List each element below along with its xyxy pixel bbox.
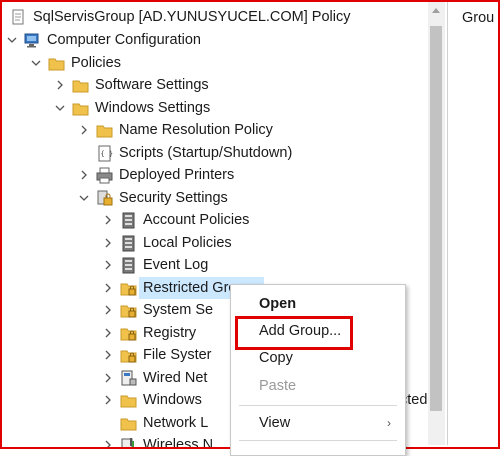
menu-item-paste: Paste — [259, 378, 297, 394]
tree-item-label: Network L — [143, 415, 209, 431]
no-expander — [78, 142, 90, 164]
tree-item-local-policies[interactable]: Local Policies — [102, 232, 232, 254]
tree-item-software-settings[interactable]: Software Settings — [54, 74, 209, 96]
script-icon: { } — [96, 145, 113, 162]
details-pane: Grou — [448, 2, 498, 447]
menu-separator — [239, 405, 397, 406]
tree-item-label: Security Settings — [119, 190, 228, 206]
context-menu: Open Add Group... Copy Paste View › — [230, 284, 406, 456]
tree-item-label: System Se — [143, 302, 214, 318]
chevron-right-icon[interactable] — [102, 389, 114, 411]
locked-folder-icon — [120, 347, 137, 364]
folder-icon — [96, 122, 113, 139]
tree-item-wired-network[interactable]: Wired Net — [102, 367, 207, 389]
locked-folder-icon — [120, 302, 137, 319]
chevron-right-icon[interactable] — [78, 119, 90, 141]
policy-book-icon — [120, 257, 137, 274]
tree-item-event-log[interactable]: Event Log — [102, 254, 208, 276]
vertical-scrollbar[interactable] — [428, 2, 445, 445]
chevron-right-icon[interactable] — [102, 254, 114, 276]
chevron-right-icon[interactable] — [102, 434, 114, 447]
tree-item-scripts[interactable]: { } Scripts (Startup/Shutdown) — [78, 142, 292, 164]
scroll-up-icon[interactable] — [432, 8, 440, 13]
tree-item-label: Registry — [143, 325, 197, 341]
folder-icon — [72, 100, 89, 117]
tree-item-system-services[interactable]: System Se — [102, 299, 213, 321]
tree-item-registry[interactable]: Registry — [102, 322, 196, 344]
tree-item-label: Wired Net — [143, 370, 208, 386]
tree-item-windows-settings[interactable]: Windows Settings — [54, 97, 210, 119]
tree-item-security-settings[interactable]: Security Settings — [78, 187, 228, 209]
tree-item-wireless-network[interactable]: Wireless N — [102, 434, 213, 447]
scrollbar-thumb[interactable] — [430, 26, 442, 411]
tree-item-label: Windows — [143, 392, 202, 408]
tree-item-label: Deployed Printers — [119, 167, 235, 183]
column-header[interactable]: Grou — [462, 10, 494, 26]
svg-text:{ }: { } — [101, 150, 114, 158]
chevron-right-icon[interactable] — [102, 232, 114, 254]
tree-item-policies[interactable]: Policies — [30, 52, 121, 74]
tree-item-label: File Syster — [143, 347, 212, 363]
submenu-arrow-icon: › — [387, 416, 391, 430]
no-expander — [102, 412, 114, 434]
tree-item-network-list[interactable]: Network L — [102, 412, 208, 434]
folder-icon — [120, 392, 137, 409]
chevron-down-icon[interactable] — [30, 52, 42, 74]
chevron-down-icon[interactable] — [6, 29, 18, 51]
folder-icon — [48, 55, 65, 72]
tree-root-label: SqlServisGroup [AD.YUNUSYUCEL.COM] Polic… — [33, 9, 351, 25]
policy-book-icon — [120, 212, 137, 229]
tree-item-windows-firewall[interactable]: Windows — [102, 389, 202, 411]
chevron-down-icon[interactable] — [78, 187, 90, 209]
tree-item-deployed-printers[interactable]: Deployed Printers — [78, 164, 234, 186]
menu-separator — [239, 440, 397, 441]
folder-icon — [72, 77, 89, 94]
chevron-right-icon[interactable] — [78, 164, 90, 186]
tree-item-account-policies[interactable]: Account Policies — [102, 209, 249, 231]
chevron-down-icon[interactable] — [54, 97, 66, 119]
chevron-right-icon[interactable] — [102, 344, 114, 366]
tree-item-label: Software Settings — [95, 77, 209, 93]
printer-icon — [96, 167, 113, 184]
locked-folder-icon — [120, 325, 137, 342]
chevron-right-icon[interactable] — [102, 209, 114, 231]
annotation-highlight-box — [235, 316, 353, 350]
chevron-right-icon[interactable] — [102, 367, 114, 389]
tree-item-label: Computer Configuration — [47, 32, 201, 48]
menu-item-view[interactable]: View › — [231, 410, 405, 436]
tree-root[interactable]: SqlServisGroup [AD.YUNUSYUCEL.COM] Polic… — [10, 6, 350, 28]
policy-scroll-icon — [10, 9, 27, 26]
tree-item-label: Name Resolution Policy — [119, 122, 273, 138]
tree-item-label: Event Log — [143, 257, 209, 273]
folder-icon — [120, 415, 137, 432]
tree-item-computer-configuration[interactable]: Computer Configuration — [6, 29, 201, 51]
policy-book-icon — [120, 235, 137, 252]
security-icon — [96, 190, 113, 207]
menu-item-open[interactable]: Open — [231, 291, 405, 317]
tree-item-file-system[interactable]: File Syster — [102, 344, 212, 366]
tree-item-label: Scripts (Startup/Shutdown) — [119, 145, 293, 161]
computer-icon — [24, 32, 41, 49]
chevron-right-icon[interactable] — [102, 277, 114, 299]
tree-item-label: Local Policies — [143, 235, 232, 251]
tree-item-label: Account Policies — [143, 212, 250, 228]
tree-item-label: Policies — [71, 55, 121, 71]
network-icon — [120, 370, 137, 387]
chevron-right-icon[interactable] — [102, 299, 114, 321]
tree-item-name-resolution-policy[interactable]: Name Resolution Policy — [78, 119, 273, 141]
chevron-right-icon[interactable] — [54, 74, 66, 96]
tree-item-label: Wireless N — [143, 437, 214, 447]
chevron-right-icon[interactable] — [102, 322, 114, 344]
tree-item-label: Windows Settings — [95, 100, 211, 116]
locked-folder-icon — [120, 280, 137, 297]
wireless-icon — [120, 437, 137, 447]
